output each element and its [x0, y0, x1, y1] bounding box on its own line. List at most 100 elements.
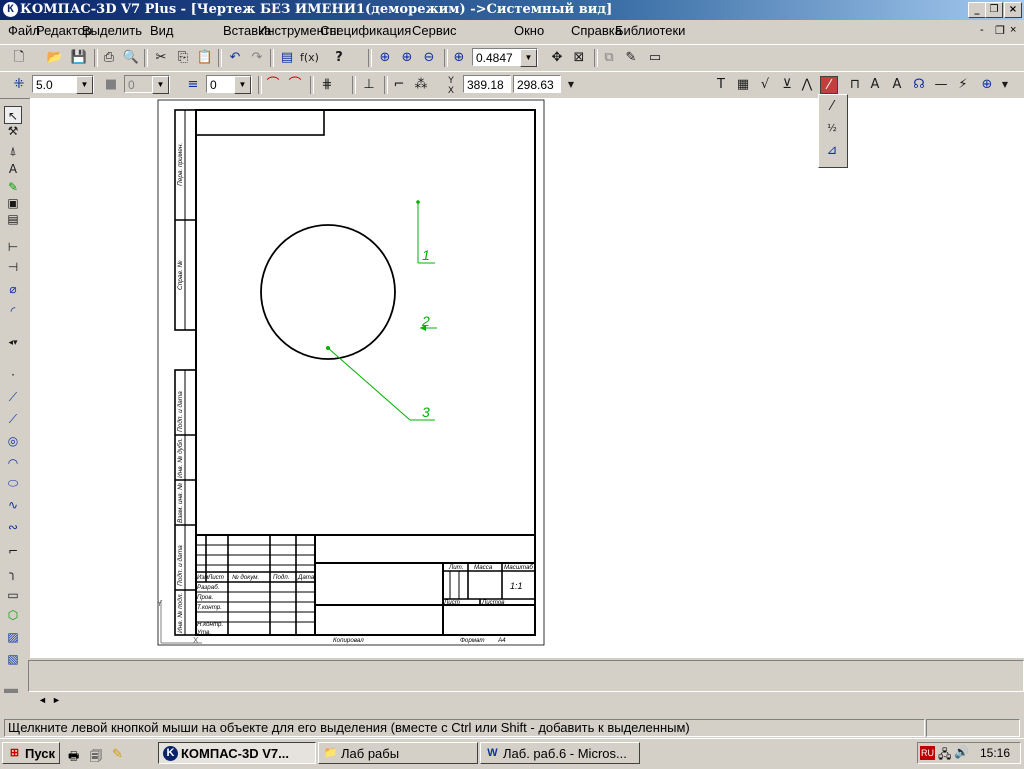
menu-specification[interactable]: Спецификация	[320, 23, 411, 38]
hatch-icon[interactable]: ▨	[4, 628, 22, 646]
fit-icon[interactable]: ⊠	[570, 49, 588, 67]
text-icon[interactable]: T	[712, 76, 730, 94]
volume-icon[interactable]: 🔊	[954, 745, 969, 759]
drawing-svg[interactable]: Перв. примен. Справ. № Подп. и дата Инв.…	[30, 98, 1024, 658]
zoom-in-icon[interactable]: ⊕	[376, 49, 394, 67]
coord-y-field[interactable]: 298.63	[513, 75, 561, 93]
menu-window[interactable]: Окно	[514, 23, 544, 38]
doc-restore-button[interactable]: ❐	[995, 24, 1005, 37]
layers-icon[interactable]: ⧉	[600, 49, 618, 67]
fill-icon[interactable]: ▧	[4, 650, 22, 668]
kompas-app-icon[interactable]: К	[3, 2, 18, 17]
layer-icon[interactable]: ≡	[184, 76, 202, 94]
close-button[interactable]: ×	[1004, 2, 1022, 18]
language-indicator[interactable]: RU	[920, 746, 935, 760]
properties-icon[interactable]: ▤	[278, 49, 296, 67]
pan-icon[interactable]: ✥	[548, 49, 566, 67]
settings-icon[interactable]: ✎	[622, 49, 640, 67]
polygon-icon[interactable]: ⬡	[4, 606, 22, 624]
position-leader-icon[interactable]: ½	[823, 120, 841, 138]
circle-icon[interactable]: ◎	[4, 432, 22, 450]
view-arrow-icon[interactable]: A	[866, 76, 884, 94]
layer-combo[interactable]: 0 ▼	[206, 75, 252, 94]
taskbar-button-word[interactable]: W Лаб. раб.6 - Micros...	[480, 742, 640, 764]
zoom-combo[interactable]: 0.4847 ▼	[472, 48, 538, 67]
roughness-icon[interactable]: √	[756, 76, 774, 94]
chevron-down-icon[interactable]: ▼	[520, 49, 537, 67]
taskbar-button-kompas[interactable]: K КОМПАС-3D V7...	[158, 742, 316, 764]
local-snap-icon[interactable]: ⌒	[286, 76, 304, 94]
dim-radius-icon[interactable]: ◜	[4, 302, 22, 320]
rectangle-icon[interactable]: ▭	[4, 586, 22, 604]
menu-libraries[interactable]: Библиотеки	[615, 23, 685, 38]
doc-close-button[interactable]: ×	[1010, 24, 1016, 36]
step-combo[interactable]: 5.0 ▼	[32, 75, 94, 94]
open-icon[interactable]: 📂	[46, 49, 64, 67]
dim-diameter-icon[interactable]: ⌀	[4, 280, 22, 298]
segment-icon[interactable]: ⟋	[4, 410, 22, 428]
quicklaunch-icon[interactable]: 🗐	[90, 747, 102, 768]
paste-icon[interactable]: 📋	[196, 49, 214, 67]
tolerance-icon[interactable]: ⚡	[954, 76, 972, 94]
snap-icon[interactable]: ⌒	[264, 76, 282, 94]
undo-icon[interactable]: ↶	[226, 49, 244, 67]
fillet-icon[interactable]: ╮	[4, 564, 22, 582]
nav-next-icon[interactable]: ►	[52, 695, 61, 705]
leader-label-1[interactable]: 1	[422, 247, 430, 263]
coord-x-field[interactable]: 389.18	[463, 75, 511, 93]
menu-service[interactable]: Сервис	[412, 23, 457, 38]
help-icon[interactable]: ?	[330, 49, 348, 67]
copy-icon[interactable]: ⎘	[174, 49, 192, 67]
point-icon[interactable]: ·	[4, 366, 22, 384]
ellipse-icon[interactable]: ⬭	[4, 474, 22, 492]
chevron-down-icon[interactable]: ▼	[996, 76, 1014, 94]
line-mark-icon[interactable]: ⋀	[798, 76, 816, 94]
designations-icon[interactable]: A	[4, 160, 22, 178]
taskbar-button-folder[interactable]: 📁 Лаб рабы	[318, 742, 478, 764]
local-cs-icon[interactable]: ⊥	[360, 76, 378, 94]
new-icon[interactable]: 🗋	[10, 49, 28, 67]
stop-icon[interactable]: ▬	[4, 680, 18, 696]
restore-button[interactable]: ❐	[985, 2, 1003, 18]
dim-aligned-icon[interactable]: ⊣	[4, 258, 22, 276]
leader-label-2[interactable]: 2	[421, 313, 430, 329]
chevron-down-icon[interactable]: ▼	[562, 76, 580, 94]
chevron-down-icon[interactable]: ▼	[234, 76, 251, 94]
zoom-scale-icon[interactable]: ⊕	[450, 49, 468, 67]
dim-linear-icon[interactable]: ⊢	[4, 238, 22, 256]
print-preview-icon[interactable]: 🔍	[122, 49, 140, 67]
menu-select[interactable]: Выделить	[82, 23, 142, 38]
quicklaunch-icon[interactable]: ✎	[112, 746, 123, 762]
measure-icon[interactable]: ▤	[4, 210, 22, 228]
drawing-canvas[interactable]: Перв. примен. Справ. № Подп. и дата Инв.…	[30, 98, 1024, 658]
style-icon[interactable]: ■	[102, 76, 120, 94]
chevron-down-icon[interactable]: ▼	[76, 76, 93, 94]
redo-icon[interactable]: ↷	[248, 49, 266, 67]
expand-icon[interactable]: ◂▾	[4, 334, 22, 352]
table-icon[interactable]: ▦	[734, 76, 752, 94]
start-button[interactable]: ⊞ Пуск	[2, 742, 60, 764]
variables-icon[interactable]: f(x)	[300, 49, 319, 67]
leader-line-icon[interactable]: ⁄	[823, 98, 841, 116]
chamfer-icon[interactable]: ⌐	[4, 542, 22, 560]
leader-label-3[interactable]: 3	[422, 404, 430, 420]
print-icon[interactable]: ⎙	[100, 49, 118, 67]
mark-leader-icon[interactable]: ⊿	[823, 142, 841, 160]
menu-view[interactable]: Вид	[150, 23, 174, 38]
display-icon[interactable]: ▭	[646, 49, 664, 67]
desktop-icon[interactable]: 🖶	[68, 747, 79, 768]
minimize-button[interactable]: _	[968, 2, 986, 18]
base-icon[interactable]: ⊻	[778, 76, 796, 94]
network-icon[interactable]: 🖧	[938, 745, 951, 766]
axis-line-icon[interactable]: —	[932, 76, 950, 94]
polyline-icon[interactable]: ∾	[4, 518, 22, 536]
ortho-icon[interactable]: ⌐	[390, 76, 408, 94]
geometry-icon[interactable]: ⚒	[4, 122, 22, 140]
auxiliary-line-icon[interactable]: ⟋	[4, 388, 22, 406]
doc-minimize-button[interactable]: -	[980, 24, 984, 36]
grid-icon[interactable]: ⋕	[318, 76, 336, 94]
nav-prev-icon[interactable]: ◄	[38, 695, 47, 705]
step-cursor-icon[interactable]: ⁜	[10, 76, 28, 94]
style-combo[interactable]: 0 ▼	[124, 75, 170, 94]
chevron-down-icon[interactable]: ▼	[152, 76, 169, 94]
